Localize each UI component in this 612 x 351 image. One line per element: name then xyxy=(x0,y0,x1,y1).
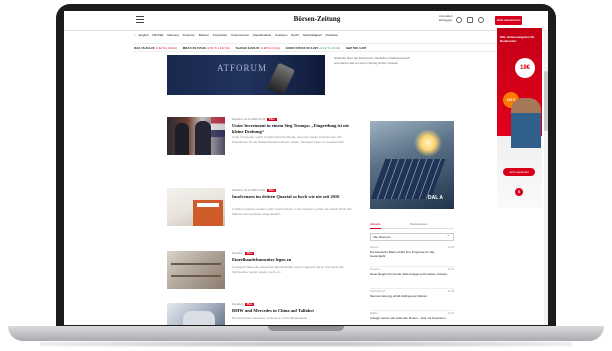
article-title[interactable]: Insolvenzen im dritten Quartal so hoch w… xyxy=(232,194,352,200)
article-meta: Frankfurt Plus xyxy=(232,252,255,255)
article-image[interactable] xyxy=(167,188,225,226)
home-icon[interactable]: ⌂ xyxy=(134,33,136,37)
ticker-item[interactable]: EURO STOXX 50 4.297 +0,12 % (+5,11) xyxy=(286,46,340,50)
market-ticker: DAX 15.211,22 -0,42 % (-63,41) MDAX 26.7… xyxy=(134,43,548,52)
nav-item[interactable]: DEVISE xyxy=(152,33,163,37)
nav-item[interactable]: Finanzen xyxy=(183,33,195,37)
account-links[interactable]: Anmelden Einloggen xyxy=(439,14,453,22)
article-image[interactable] xyxy=(167,117,225,155)
nav-item[interactable]: Nachhaltigkeit xyxy=(303,33,322,37)
nav-item[interactable]: Kapitalmärkte xyxy=(253,33,271,37)
subscribe-button[interactable]: Jetzt abonnieren xyxy=(495,16,522,25)
article-meta: Frankfurt, 04.11.2023 12:01 Plus xyxy=(232,118,277,121)
main-nav: ⌂ English DEVISE Meinung Finanzen Banken… xyxy=(134,33,548,41)
microphone-graphic xyxy=(266,62,296,95)
sidebar-tabs: Aktuelle Meistgelesen xyxy=(370,221,454,229)
laptop-frame: Börsen-Zeitung Anmelden Einloggen Jetzt … xyxy=(0,0,612,351)
tab-latest[interactable]: Aktuelle xyxy=(370,222,381,229)
article-image[interactable] xyxy=(167,303,225,325)
price-badge: 19€ xyxy=(515,58,535,78)
list-item[interactable]: Märkte 11:20 Anleger setzen auf sinkende … xyxy=(370,311,454,325)
nav-item[interactable]: Unternehmen xyxy=(231,33,249,37)
browser-screen: Börsen-Zeitung Anmelden Einloggen Jetzt … xyxy=(64,11,548,325)
user-icon[interactable] xyxy=(478,17,484,23)
article-title[interactable]: Unter Investment in einem Sieg Trumps: „… xyxy=(232,123,352,134)
site-header: Börsen-Zeitung Anmelden Einloggen Jetzt … xyxy=(64,11,548,31)
nav-item[interactable]: Meinung xyxy=(167,33,179,37)
nav-item[interactable]: Podcasts xyxy=(326,33,338,37)
laptop-shadow xyxy=(40,341,572,347)
ticker-item[interactable]: MDAX 26.715,39 -0,51 % (-137,11) xyxy=(183,46,230,50)
bookmark-icon[interactable] xyxy=(467,17,473,23)
list-item[interactable]: Finanzen 11:52 Neue Regeln für Fonds: Was… xyxy=(370,267,454,289)
tab-most-read[interactable]: Meistgelesen xyxy=(410,222,428,226)
list-item[interactable]: Banken 12:04 Die Deutsche Bank erhöht ihr… xyxy=(370,245,454,267)
article-lead: Im August haben die deutschen Einzelhänd… xyxy=(232,265,344,274)
nav-item[interactable]: Analysen xyxy=(275,33,287,37)
solar-ad-banner[interactable]: DAL A xyxy=(370,121,454,209)
ressort-select[interactable]: Alle Ressorts xyxy=(370,232,454,241)
article-meta: Frankfurt, 04.11.2023 11:40 Plus xyxy=(232,189,277,192)
scrollbar-thumb[interactable] xyxy=(544,71,548,131)
nav-item[interactable]: English xyxy=(139,33,149,37)
article-title[interactable]: Einzelhandelsumsätze legen zu xyxy=(232,257,352,263)
article-lead: Unter Investoren macht Unsicherheit die … xyxy=(232,135,344,144)
ad-cta-button[interactable]: Jetzt wechseln xyxy=(503,168,535,176)
hero-image[interactable]: ATFORUM xyxy=(167,55,325,95)
article-meta: Frankfurt Plus xyxy=(232,303,255,306)
solar-panel-graphic xyxy=(370,159,446,199)
hero-banner-text: ATFORUM xyxy=(217,63,268,73)
nav-item[interactable]: Konjunktur xyxy=(213,33,227,37)
ticker-item[interactable]: DAX 15.211,22 -0,42 % (-63,41) xyxy=(134,46,177,50)
search-icon[interactable] xyxy=(456,17,462,23)
article-lead: Die deutschen Autobauer verlieren in Chi… xyxy=(232,316,308,320)
article-image[interactable] xyxy=(167,251,225,289)
ad-person-image xyxy=(511,98,541,148)
laptop-notch xyxy=(268,326,344,331)
nav-item[interactable]: Banken xyxy=(199,33,209,37)
ad-brand-logo: S xyxy=(515,188,523,196)
ad-headline: DSL-Aktionsangebot für Neukunden xyxy=(500,35,535,43)
skyscraper-ad[interactable]: DSL-Aktionsangebot für Neukunden 19€ 100… xyxy=(497,28,542,208)
ticker-item[interactable]: TecDAX 3.224,67 -0,28 % (-9,11) xyxy=(236,46,280,50)
article-title[interactable]: BMW und Mercedes in China auf Talfahrt xyxy=(232,308,352,314)
ticker-item[interactable]: S&P 500 4.337 xyxy=(346,46,366,50)
ad-brand: DAL A xyxy=(428,195,443,201)
scrollbar[interactable] xyxy=(544,31,548,325)
list-item[interactable]: Unternehmen 11:38 Siemens Energy erhält A… xyxy=(370,289,454,311)
news-list: Banken 12:04 Die Deutsche Bank erhöht ihr… xyxy=(370,245,454,325)
sun-graphic xyxy=(414,129,442,157)
nav-item[interactable]: Recht xyxy=(291,33,299,37)
site-logo[interactable]: Börsen-Zeitung xyxy=(282,15,352,23)
menu-icon[interactable] xyxy=(136,16,144,23)
article-lead: In dritten Quartal mussten mehr Unterneh… xyxy=(232,207,352,216)
hero-teaser[interactable]: Stretcher über die Zukunft der deutschen… xyxy=(334,56,414,65)
register-link[interactable]: Einloggen xyxy=(439,18,453,22)
